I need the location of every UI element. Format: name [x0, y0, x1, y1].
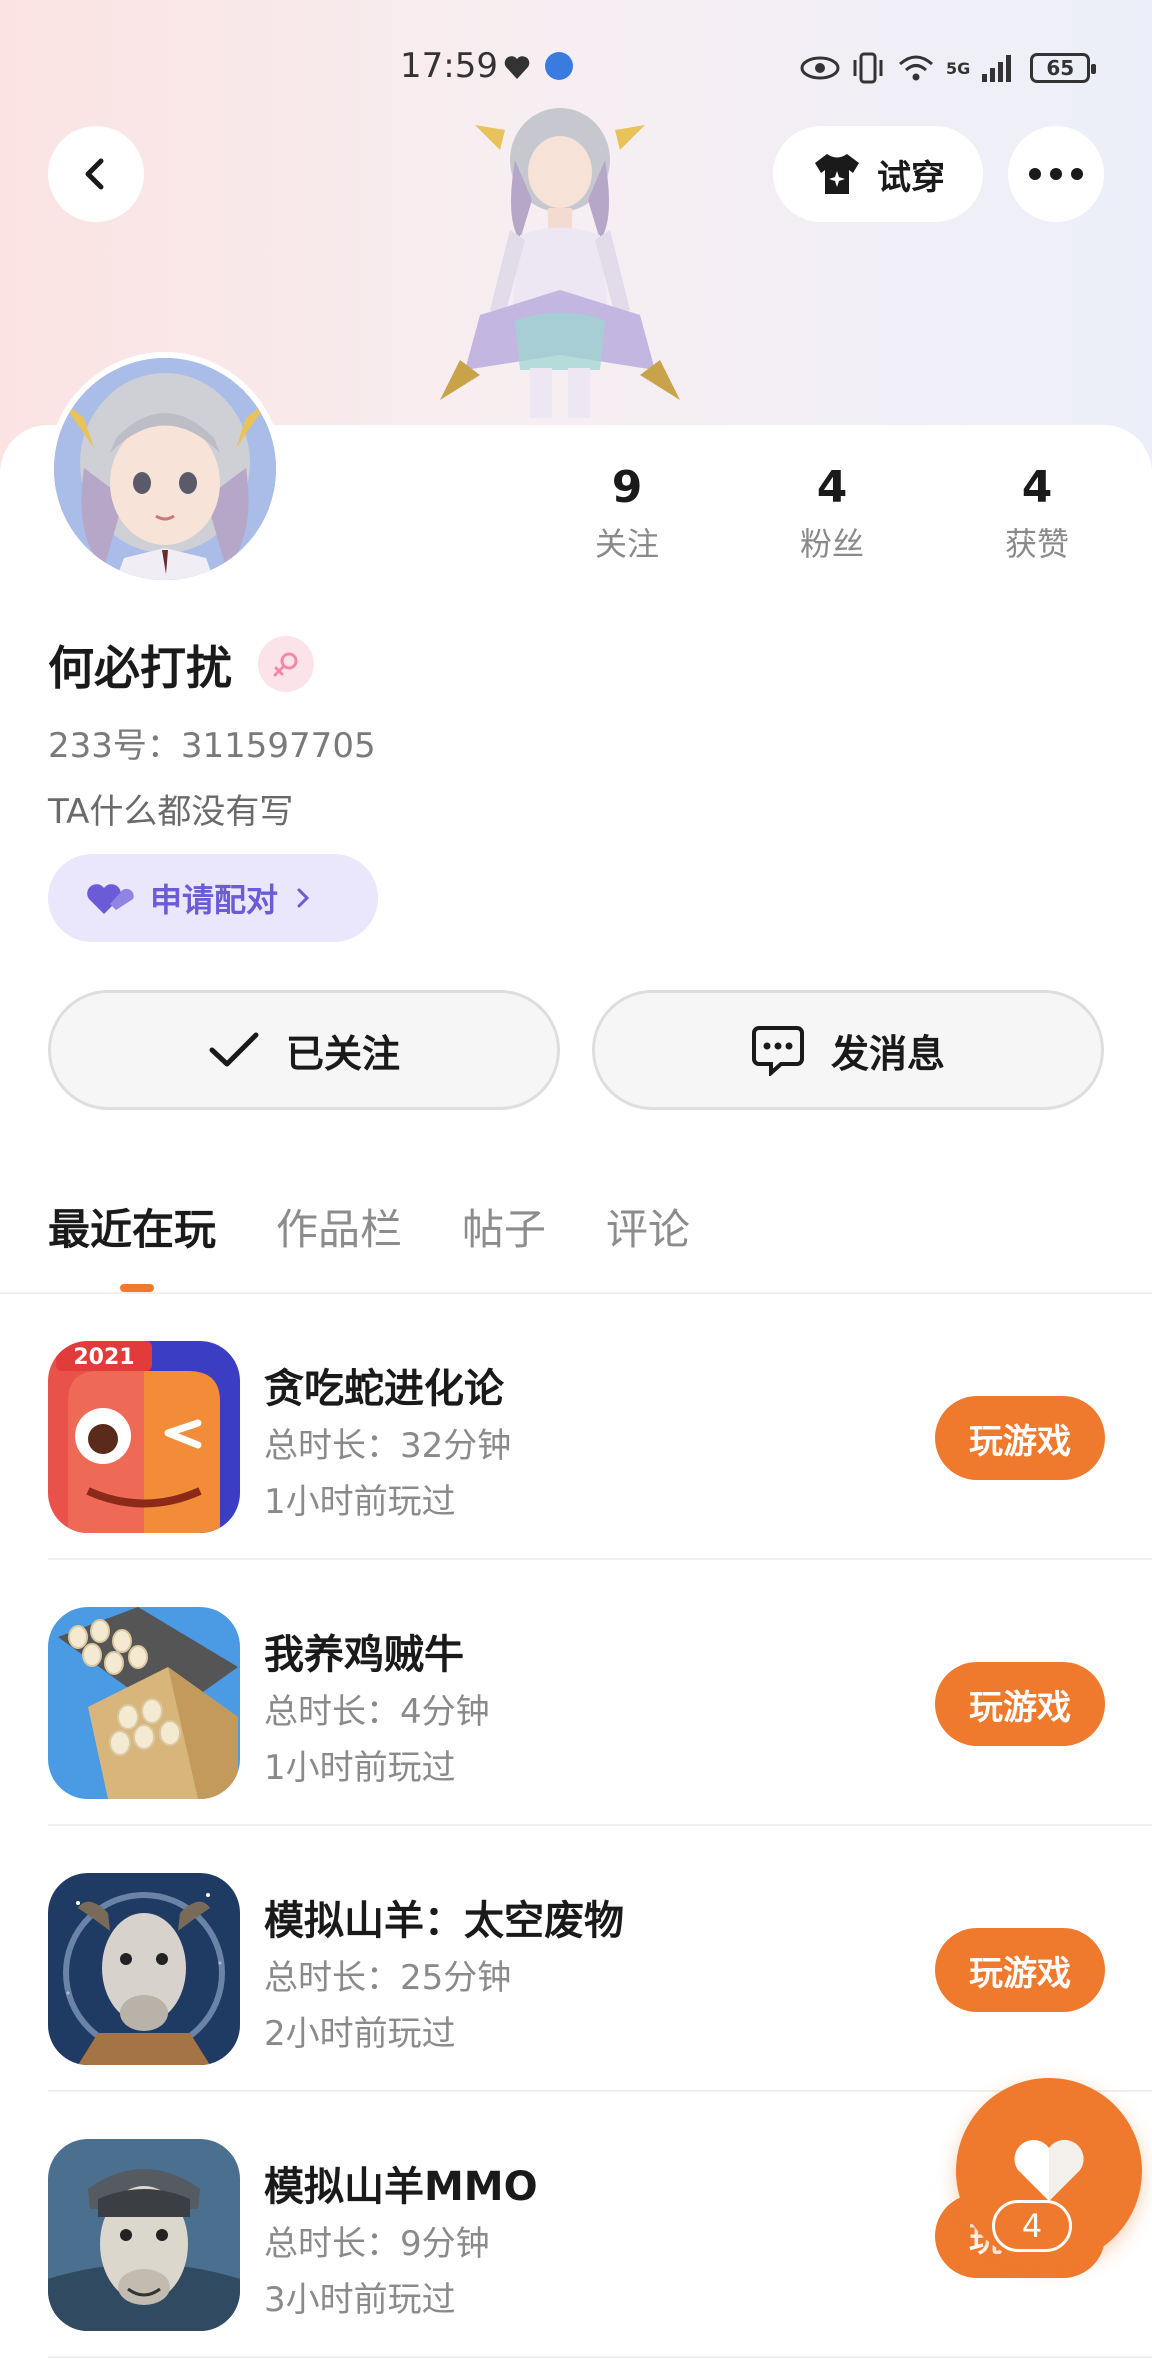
send-message-button[interactable]: 发消息 — [592, 990, 1104, 1110]
chevron-left-icon — [85, 158, 104, 190]
send-message-label: 发消息 — [830, 1031, 945, 1076]
try-on-label: 试穿 — [877, 157, 945, 198]
stat-following[interactable]: 9 关注 — [557, 462, 697, 565]
stat-value: 4 — [1021, 462, 1053, 513]
play-game-button[interactable]: 玩游戏 — [935, 1396, 1105, 1480]
tab-works[interactable]: 作品栏 — [276, 1196, 402, 1266]
tab-recently-played[interactable]: 最近在玩 — [48, 1196, 216, 1266]
list-item[interactable]: 我养鸡贼牛 总时长：4分钟 1小时前玩过 玩游戏 — [0, 1560, 1152, 1826]
check-icon — [209, 1032, 259, 1067]
shirt-sparkle-icon — [815, 154, 859, 194]
play-game-button[interactable]: 玩游戏 — [935, 1928, 1105, 2012]
game-icon-goat-space — [48, 1873, 240, 2065]
game-title: 我养鸡贼牛 — [264, 1632, 464, 1678]
double-heart-icon — [87, 884, 134, 914]
stat-followers[interactable]: 4 粉丝 — [762, 462, 902, 565]
game-last-played: 1小时前玩过 — [264, 1748, 456, 1788]
vibrate-icon — [853, 52, 883, 84]
username: 何必打扰 — [48, 641, 232, 695]
row-divider — [48, 2356, 1152, 2358]
heart-shield-icon — [504, 56, 530, 79]
wifi-icon — [899, 55, 933, 81]
chevron-right-icon — [297, 888, 310, 908]
game-last-played: 1小时前玩过 — [264, 1482, 456, 1522]
active-tab-indicator — [120, 1284, 154, 1292]
game-duration: 总时长：32分钟 — [264, 1426, 512, 1466]
avatar-character-illustration — [440, 108, 680, 418]
stat-label: 粉丝 — [799, 525, 864, 563]
profile-stats: 9 关注 4 粉丝 4 获赞 — [0, 462, 1152, 582]
game-icon-badge: 2021 — [73, 1345, 134, 1370]
tab-comments[interactable]: 评论 — [606, 1196, 690, 1266]
request-pair-button[interactable]: 申请配对 — [48, 854, 378, 942]
game-title: 贪吃蛇进化论 — [264, 1366, 504, 1412]
stat-likes[interactable]: 4 获赞 — [967, 462, 1107, 565]
eye-icon — [800, 56, 840, 80]
game-last-played: 2小时前玩过 — [264, 2014, 456, 2054]
stat-label: 获赞 — [1004, 525, 1069, 563]
game-duration: 总时长：9分钟 — [264, 2224, 490, 2264]
heart-icon — [1014, 2139, 1084, 2201]
signal-icon — [982, 55, 1012, 82]
stat-value: 4 — [816, 462, 848, 513]
list-item[interactable]: 模拟山羊：太空废物 总时长：25分钟 2小时前玩过 玩游戏 — [0, 1826, 1152, 2092]
network-type: 5G — [946, 58, 971, 78]
app-notification-icon — [545, 52, 573, 80]
more-options-button[interactable] — [1008, 126, 1104, 222]
more-dots-icon — [1029, 168, 1083, 180]
status-indicators: 5G 65 — [800, 48, 1097, 88]
battery-indicator: 65 — [1030, 53, 1097, 83]
try-on-button[interactable]: 试穿 — [773, 126, 983, 222]
game-duration: 总时长：4分钟 — [264, 1692, 490, 1732]
status-bar: 17:59 5G 65 — [0, 38, 1152, 98]
game-icon-chicken-farm — [48, 1607, 240, 1799]
game-last-played: 3小时前玩过 — [264, 2280, 456, 2320]
tab-posts[interactable]: 帖子 — [462, 1196, 546, 1266]
game-icon-snake-evolution: 2021 — [48, 1341, 240, 1533]
followed-button[interactable]: 已关注 — [48, 990, 560, 1110]
list-item[interactable]: 2021 贪吃蛇进化论 总时长：32分钟 1小时前玩过 玩游戏 — [0, 1294, 1152, 1560]
user-id: 233号：311597705 — [48, 726, 376, 766]
stat-value: 9 — [611, 462, 643, 513]
game-title: 模拟山羊：太空废物 — [264, 1898, 624, 1944]
followed-label: 已关注 — [285, 1031, 400, 1076]
game-duration: 总时长：25分钟 — [264, 1958, 512, 1998]
play-game-button[interactable]: 玩游戏 — [935, 1662, 1105, 1746]
like-count-badge: 4 — [992, 2200, 1072, 2252]
stat-label: 关注 — [594, 525, 659, 563]
profile-tabs: 最近在玩 作品栏 帖子 评论 — [48, 1196, 690, 1266]
request-pair-label: 申请配对 — [150, 881, 279, 919]
chat-bubble-icon — [751, 1026, 804, 1076]
female-gender-icon — [258, 636, 314, 692]
status-time: 17:59 — [400, 46, 498, 86]
bio-text: TA什么都没有写 — [48, 792, 294, 832]
back-button[interactable] — [48, 126, 144, 222]
game-title: 模拟山羊MMO — [264, 2164, 538, 2210]
game-icon-goat-mmo — [48, 2139, 240, 2331]
